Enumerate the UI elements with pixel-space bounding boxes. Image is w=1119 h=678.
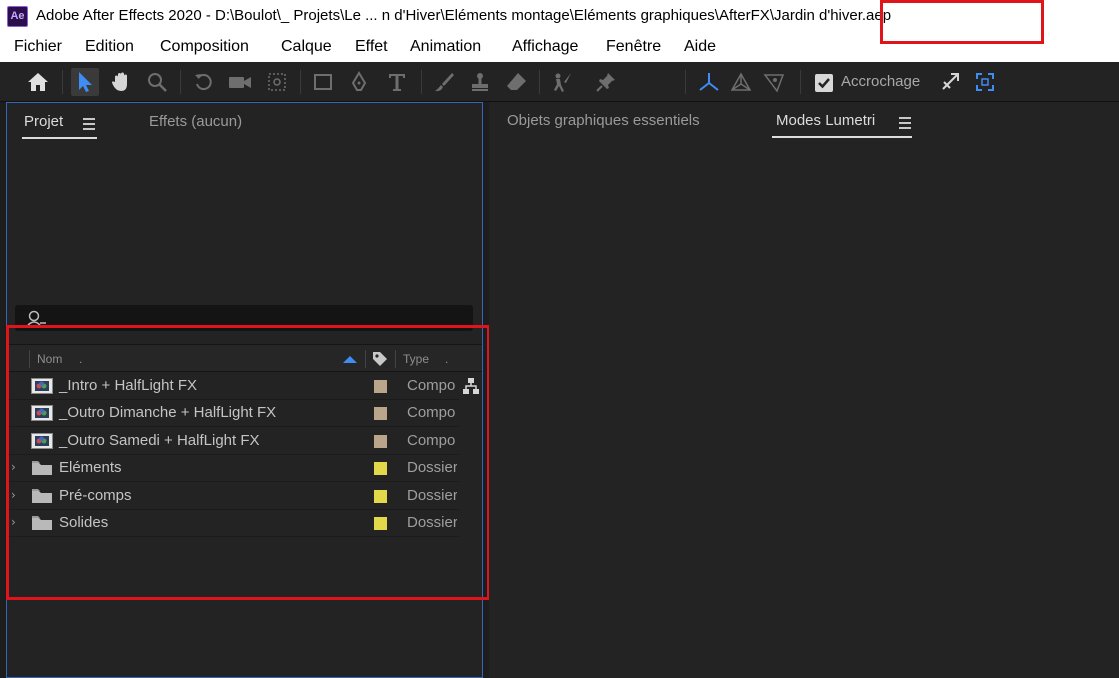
eraser-tool-icon[interactable] — [502, 68, 530, 96]
selection-tool-icon[interactable] — [71, 68, 99, 96]
menu-animation[interactable]: Animation — [410, 38, 481, 56]
toolbar-separator — [180, 70, 181, 94]
menu-edition[interactable]: Edition — [85, 38, 134, 56]
tab-lumetri-underline — [772, 136, 912, 138]
lumetri-panel-menu-icon[interactable] — [899, 117, 911, 132]
toolbar-separator — [62, 70, 63, 94]
project-panel-menu-icon[interactable] — [83, 118, 95, 133]
menu-aide[interactable]: Aide — [684, 38, 716, 56]
tools-toolbar: Accrochage — [0, 62, 1119, 102]
view-axis-icon[interactable] — [760, 68, 788, 96]
camera-tool-icon[interactable] — [226, 68, 254, 96]
snap-label: Accrochage — [841, 73, 921, 90]
zoom-tool-icon[interactable] — [143, 68, 171, 96]
clone-stamp-tool-icon[interactable] — [466, 68, 494, 96]
pen-tool-icon[interactable] — [345, 68, 373, 96]
toolbar-separator — [421, 70, 422, 94]
tab-project[interactable]: Projet — [24, 113, 63, 130]
world-axis-icon[interactable] — [727, 68, 755, 96]
roto-brush-tool-icon[interactable] — [548, 68, 576, 96]
toolbar-separator — [685, 70, 686, 94]
menu-affichage[interactable]: Affichage — [512, 38, 578, 56]
local-axis-icon[interactable] — [695, 68, 723, 96]
search-icon — [27, 310, 46, 326]
pan-behind-tool-icon[interactable] — [263, 68, 291, 96]
tab-essential-graphics[interactable]: Objets graphiques essentiels — [507, 112, 700, 129]
toolbar-separator — [539, 70, 540, 94]
snap-options-icon[interactable] — [936, 68, 964, 96]
menu-fichier[interactable]: Fichier — [14, 38, 62, 56]
window-title: Adobe After Effects 2020 - D:\Boulot\_ P… — [36, 7, 891, 24]
menu-calque[interactable]: Calque — [281, 38, 332, 56]
menu-fenetre[interactable]: Fenêtre — [606, 38, 661, 56]
tab-effects[interactable]: Effets (aucun) — [149, 113, 242, 130]
menu-effet[interactable]: Effet — [355, 38, 388, 56]
after-effects-app-icon: Ae — [7, 6, 28, 27]
window-title-path: Adobe After Effects 2020 - D:\Boulot\_ P… — [36, 7, 770, 24]
snap-checkbox[interactable] — [815, 74, 833, 92]
project-list-highlight-box — [6, 325, 490, 600]
toolbar-separator — [300, 70, 301, 94]
home-icon[interactable] — [24, 68, 52, 96]
hand-tool-icon[interactable] — [107, 68, 135, 96]
snap-target-icon[interactable] — [971, 68, 999, 96]
tab-project-underline — [22, 137, 97, 139]
filename-highlight-box — [880, 0, 1044, 44]
essential-graphics-panel: Objets graphiques essentiels Modes Lumet… — [489, 102, 1119, 678]
brush-tool-icon[interactable] — [430, 68, 458, 96]
rectangle-tool-icon[interactable] — [309, 68, 337, 96]
tab-lumetri-modes[interactable]: Modes Lumetri — [776, 112, 875, 129]
menu-composition[interactable]: Composition — [160, 38, 249, 56]
toolbar-separator — [800, 70, 801, 94]
type-tool-icon[interactable] — [383, 68, 411, 96]
window-title-filename: \Jardin d'hiver.aep — [769, 7, 892, 24]
rotation-tool-icon[interactable] — [190, 68, 218, 96]
puppet-pin-tool-icon[interactable] — [592, 68, 620, 96]
